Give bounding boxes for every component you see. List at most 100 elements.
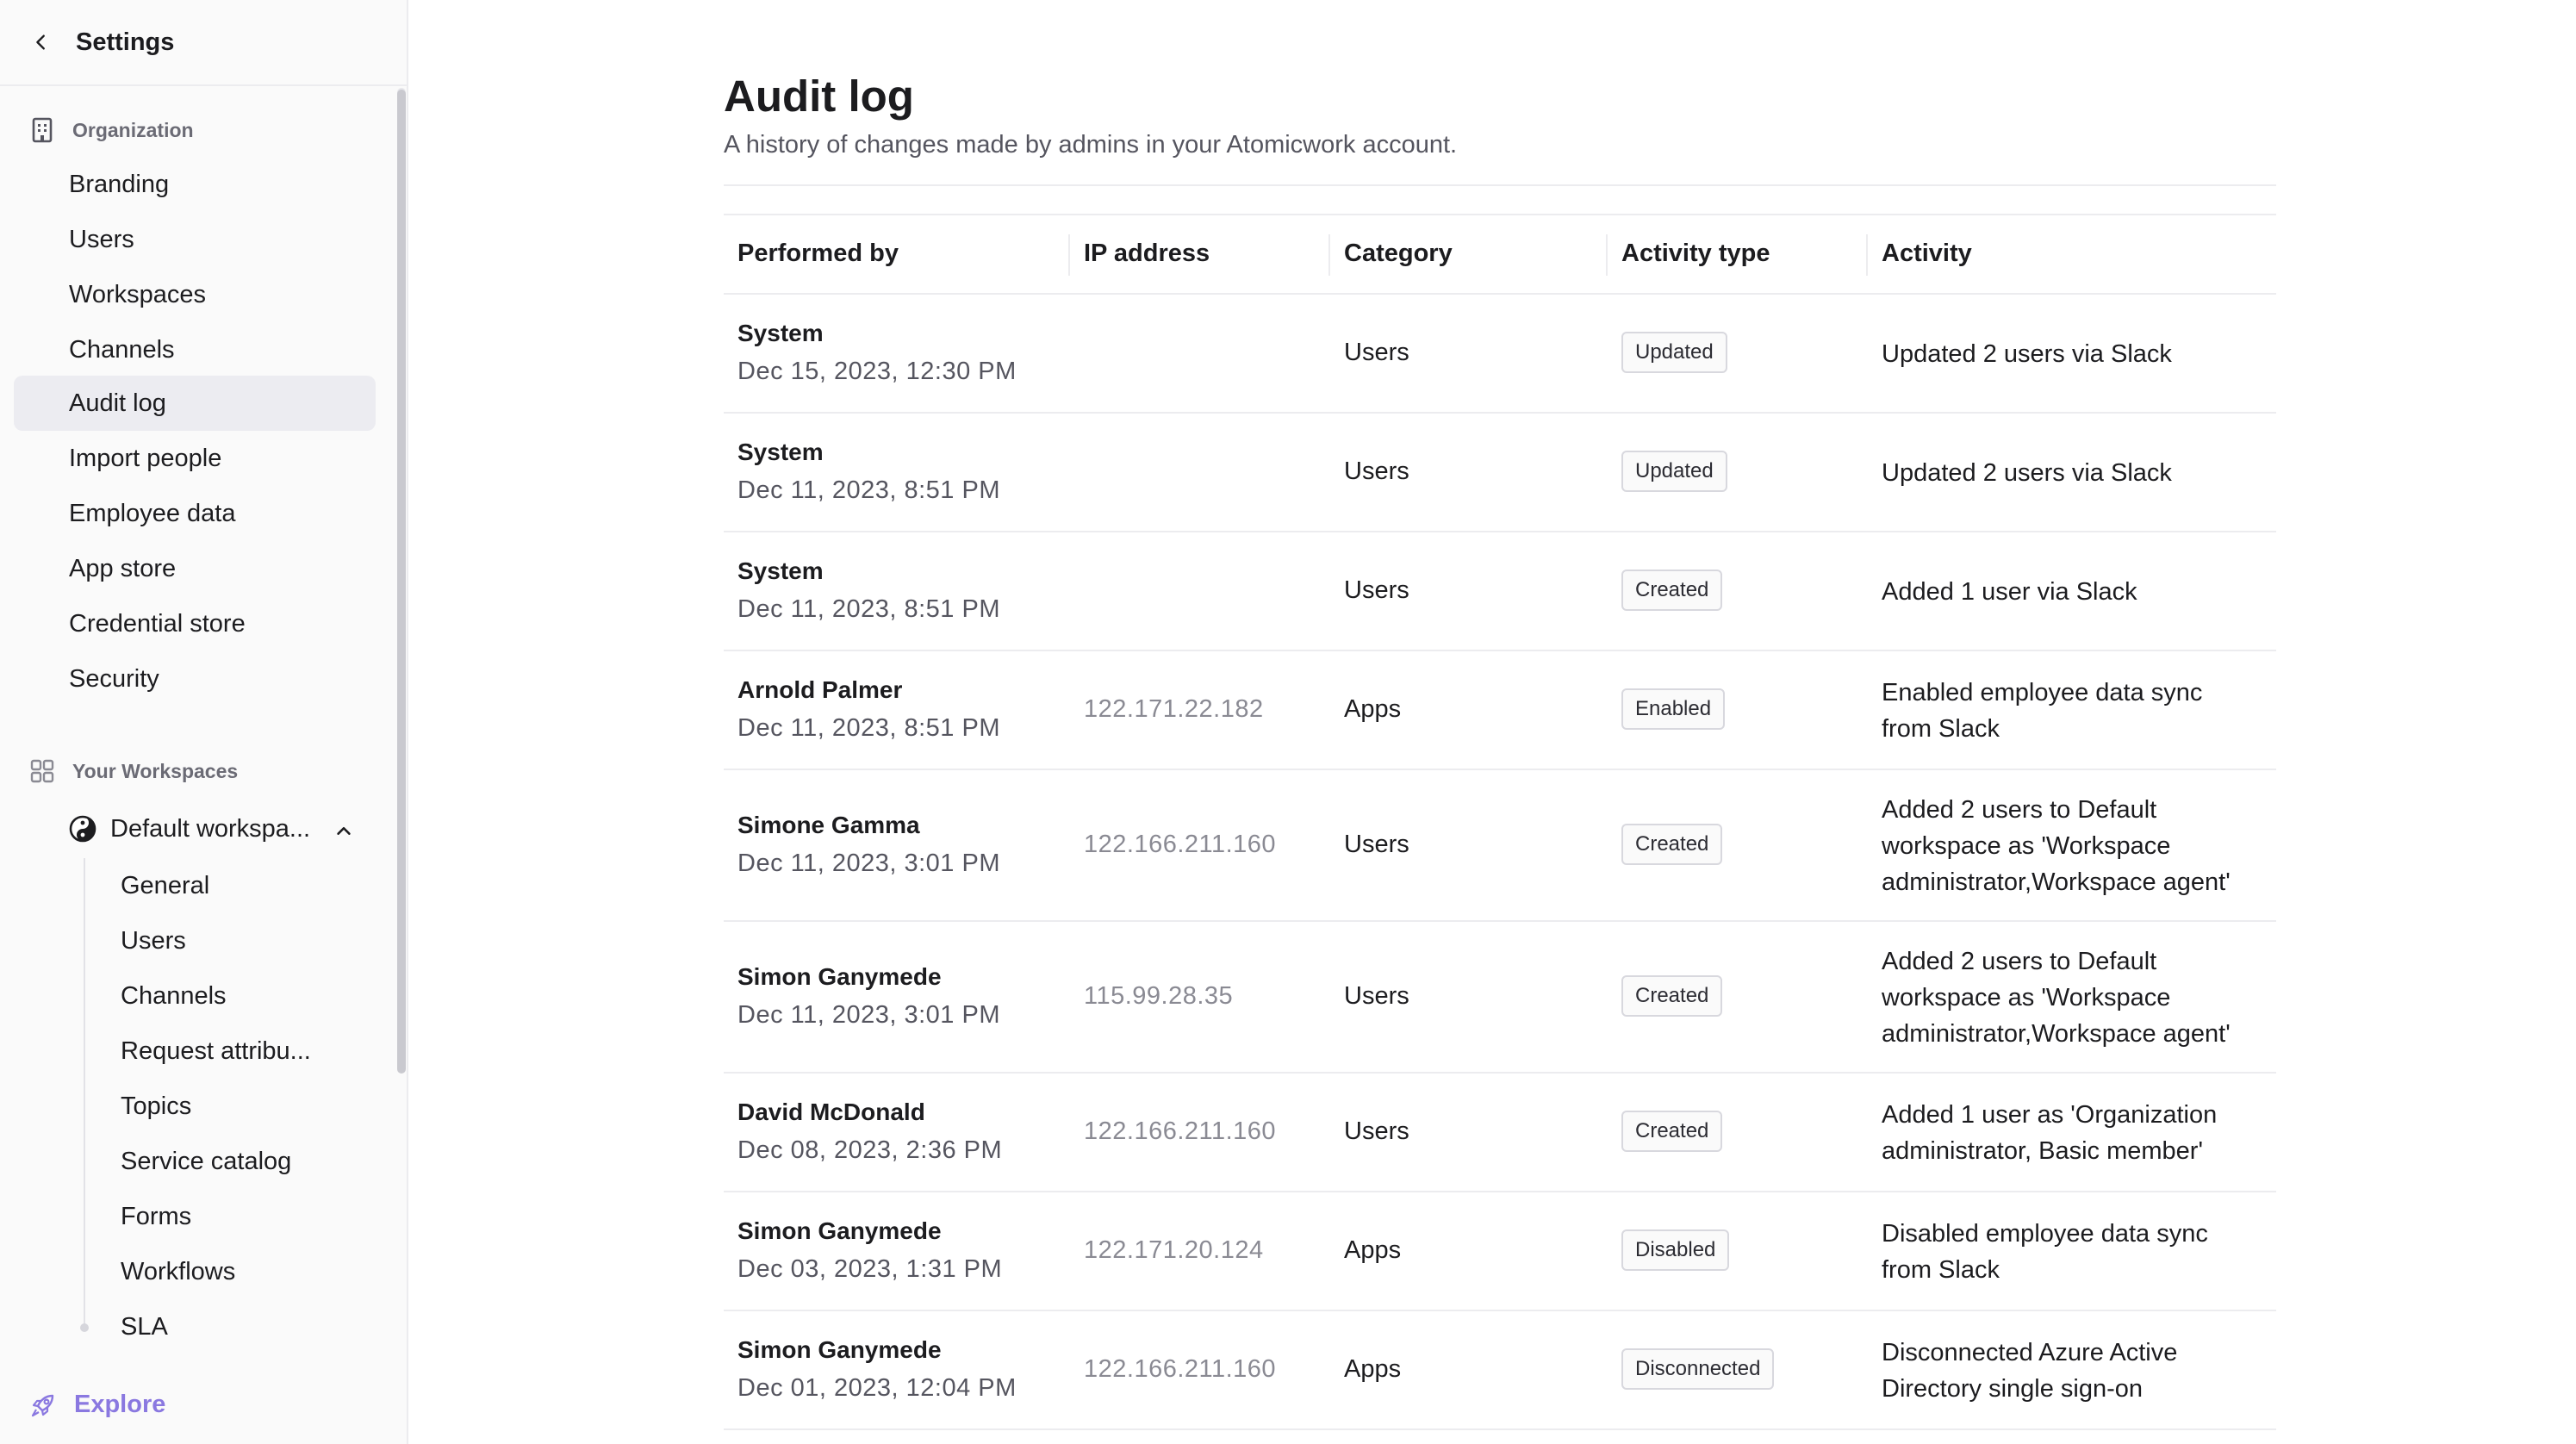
performer-name: Simon Ganymede <box>737 963 942 990</box>
page-title: Audit log <box>724 72 914 121</box>
sidebar-item-label: Security <box>69 664 159 693</box>
explore-label: Explore <box>74 1391 166 1418</box>
audit-log-page: Audit log A history of changes made by a… <box>410 0 2576 1444</box>
activity-type-cell: Disconnected <box>1621 1348 1775 1390</box>
table-row[interactable]: System Dec 11, 2023, 8:51 PM Users Created A… <box>724 532 2276 651</box>
column-separator <box>1328 234 1330 276</box>
workspace-item-forms[interactable]: Forms <box>121 1189 191 1244</box>
sidebar-item-label: Audit log <box>69 389 166 417</box>
activity-line: Enabled employee data sync <box>1882 679 2203 706</box>
sidebar-item-label: App store <box>69 554 177 582</box>
activity-cell: Disconnected Azure Active Directory singl… <box>1882 1335 2261 1407</box>
workspace-item-label: Forms <box>121 1202 192 1230</box>
activity-line: Disabled employee data sync <box>1882 1220 2208 1248</box>
activity-type-badge: Disabled <box>1621 1229 1730 1271</box>
sidebar-item-security[interactable]: Security <box>14 651 376 706</box>
explore-link[interactable]: Explore <box>29 1391 165 1419</box>
chevron-up-icon[interactable] <box>334 818 355 839</box>
workspace-item-label: Workflows <box>121 1257 236 1285</box>
activity-cell: Enabled employee data sync from Slack <box>1882 675 2261 747</box>
activity-type-cell: Updated <box>1621 451 1727 492</box>
table-row[interactable]: Arnold Palmer Dec 11, 2023, 8:51 PM 122.17… <box>724 651 2276 770</box>
table-row[interactable]: David McDonald Dec 08, 2023, 2:36 PM 122.1… <box>724 1074 2276 1192</box>
activity-line: workspace as 'Workspace <box>1882 832 2171 860</box>
workspace-item-service-catalog[interactable]: Service catalog <box>121 1134 291 1189</box>
table-row[interactable]: Simon Ganymede Dec 11, 2023, 3:01 PM 115.9… <box>724 922 2276 1074</box>
sidebar-item-branding[interactable]: Branding <box>14 157 376 212</box>
workspace-item-topics[interactable]: Topics <box>121 1079 191 1134</box>
table-row[interactable]: System Dec 15, 2023, 12:30 PM Users Updated… <box>724 295 2276 414</box>
activity-line: Added 1 user as 'Organization <box>1882 1101 2218 1129</box>
sidebar-item-label: Import people <box>69 444 222 472</box>
workspace-name: Default workspa... <box>110 814 311 843</box>
performer-name: Arnold Palmer <box>737 676 903 703</box>
organization-section-heading: Organization <box>29 117 194 143</box>
workspace-item-request-attributes[interactable]: Request attribu... <box>121 1024 311 1079</box>
performed-date: Dec 03, 2023, 1:31 PM <box>737 1255 1003 1283</box>
performed-by-cell: Arnold Palmer Dec 11, 2023, 8:51 PM <box>737 676 1000 743</box>
activity-type-badge: Disconnected <box>1621 1348 1775 1390</box>
table-row[interactable]: Simon Ganymede Dec 03, 2023, 1:31 PM 122.1… <box>724 1192 2276 1311</box>
performed-date: Dec 11, 2023, 8:51 PM <box>737 476 1000 504</box>
column-separator <box>1068 234 1070 276</box>
performed-date: Dec 11, 2023, 3:01 PM <box>737 850 1000 877</box>
column-header-category: Category <box>1344 240 1453 267</box>
workspace-item-sla[interactable]: SLA <box>121 1299 168 1354</box>
activity-line: Updated 2 users via Slack <box>1882 340 2172 368</box>
workspace-item-workflows[interactable]: Workflows <box>121 1244 235 1299</box>
performed-date: Dec 08, 2023, 2:36 PM <box>737 1136 1003 1164</box>
category-cell: Apps <box>1344 695 1402 723</box>
performed-by-cell: Simon Ganymede Dec 11, 2023, 3:01 PM <box>737 963 1000 1030</box>
rocket-icon <box>29 1391 57 1419</box>
sidebar-item-label: Workspaces <box>69 280 207 308</box>
activity-cell: Added 2 users to Default workspace as 'Wo… <box>1882 943 2261 1052</box>
ip-address-cell: 122.166.211.160 <box>1084 831 1277 858</box>
performer-name: David McDonald <box>737 1099 925 1125</box>
performed-by-cell: Simone Gamma Dec 11, 2023, 3:01 PM <box>737 812 1000 878</box>
sidebar-item-workspaces[interactable]: Workspaces <box>14 267 376 322</box>
activity-type-badge: Created <box>1621 1111 1723 1152</box>
workspace-item-label: SLA <box>121 1312 168 1341</box>
table-row[interactable]: Simon Ganymede Dec 01, 2023, 12:04 PM 122.… <box>724 1311 2276 1430</box>
chevron-left-icon[interactable] <box>29 30 53 54</box>
sidebar-item-employee-data[interactable]: Employee data <box>14 486 376 541</box>
workspaces-section-heading: Your Workspaces <box>29 758 238 784</box>
performed-by-cell: Simon Ganymede Dec 01, 2023, 12:04 PM <box>737 1336 1017 1403</box>
sidebar-item-credential-store[interactable]: Credential store <box>14 596 376 651</box>
sidebar-item-label: Employee data <box>69 499 236 527</box>
activity-cell: Added 1 user as 'Organization administrat… <box>1882 1097 2261 1169</box>
activity-cell: Updated 2 users via Slack <box>1882 336 2261 372</box>
activity-type-cell: Created <box>1621 1111 1723 1152</box>
activity-type-cell: Enabled <box>1621 688 1726 730</box>
sidebar-item-label: Credential store <box>69 609 246 638</box>
performer-name: System <box>737 557 824 584</box>
sidebar-item-audit-log[interactable]: Audit log <box>14 376 376 431</box>
activity-line: Added 2 users to Default <box>1882 796 2157 824</box>
sidebar-item-channels[interactable]: Channels <box>14 322 376 377</box>
workspace-item-label: Users <box>121 926 186 955</box>
activity-line: administrator,Workspace agent' <box>1882 868 2231 896</box>
workspace-item-users[interactable]: Users <box>121 913 186 968</box>
activity-cell: Disabled employee data sync from Slack <box>1882 1216 2261 1288</box>
performed-date: Dec 15, 2023, 12:30 PM <box>737 358 1017 385</box>
sidebar-item-app-store[interactable]: App store <box>14 541 376 596</box>
activity-type-cell: Disabled <box>1621 1229 1730 1271</box>
category-cell: Users <box>1344 576 1409 604</box>
performed-by-cell: David McDonald Dec 08, 2023, 2:36 PM <box>737 1099 1002 1165</box>
workspace-item-label: Service catalog <box>121 1147 292 1175</box>
workspace-item-general[interactable]: General <box>121 858 209 913</box>
workspace-logo-icon <box>69 815 96 843</box>
sidebar-scrollbar[interactable] <box>397 90 406 1074</box>
column-header-performed-by: Performed by <box>737 240 899 267</box>
workspace-selector[interactable]: Default workspa... <box>69 801 362 856</box>
ip-address-cell: 122.171.20.124 <box>1084 1236 1264 1264</box>
sidebar-item-users[interactable]: Users <box>14 212 376 267</box>
activity-line: workspace as 'Workspace <box>1882 984 2171 1011</box>
table-row[interactable]: System Dec 11, 2023, 8:51 PM Users Updated U… <box>724 414 2276 532</box>
sidebar-item-import-people[interactable]: Import people <box>14 431 376 486</box>
workspace-item-label: Topics <box>121 1092 192 1120</box>
table-row[interactable]: Simone Gamma Dec 11, 2023, 3:01 PM 122.166… <box>724 770 2276 922</box>
category-cell: Apps <box>1344 1355 1402 1383</box>
workspace-item-channels[interactable]: Channels <box>121 968 227 1024</box>
sidebar-item-label: Channels <box>69 335 175 364</box>
